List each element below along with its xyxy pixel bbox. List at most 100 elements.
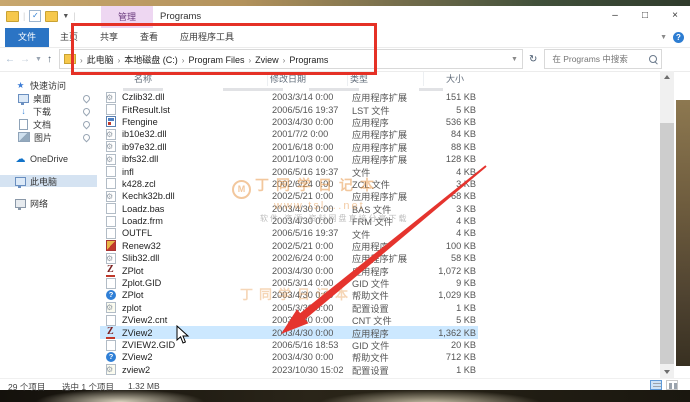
file-icon	[106, 203, 116, 215]
file-name: ZView2.cnt	[122, 315, 168, 326]
desktop-wallpaper-sliver	[676, 100, 690, 366]
scrollbar-thumb[interactable]	[660, 123, 674, 364]
details-view-button[interactable]	[650, 380, 662, 390]
forward-icon[interactable]: →	[20, 54, 30, 65]
up-icon[interactable]: ↑	[47, 54, 52, 65]
sidebar-item-label: 文档	[33, 119, 52, 130]
file-name: ibfs32.dll	[122, 154, 159, 165]
file-row[interactable]: Loadz.frm 2003/4/30 0:00 FRM 文件 4 KB	[100, 215, 478, 227]
file-row[interactable]: Czlib32.dll2003/3/14 0:00应用程序扩展151 KB	[100, 91, 478, 103]
scroll-up-icon[interactable]	[660, 71, 674, 83]
qat-customize-chevron-icon[interactable]: ▼	[62, 13, 69, 20]
selection-size: 1.32 MB	[128, 381, 160, 391]
file-name: ib97e32.dll	[122, 141, 167, 152]
sidebar-item-OneDrive[interactable]: ☁ OneDrive	[0, 153, 97, 165]
file-row[interactable]: Kechk32b.dll2002/5/21 0:00应用程序扩展68 KB	[100, 190, 478, 202]
file-row[interactable]: Ftengine 2003/4/30 0:00 应用程序 536 KB	[100, 116, 478, 128]
config-icon	[106, 364, 116, 376]
back-icon[interactable]: ←	[5, 54, 15, 65]
file-icon	[106, 277, 116, 289]
file-date: 2001/7/2 0:00	[272, 129, 329, 140]
app2-icon	[106, 240, 116, 252]
dll-icon	[106, 252, 116, 264]
address-dropdown-chevron-icon[interactable]: ▼	[511, 56, 518, 63]
file-row[interactable]: ZVIEW2.GID 2006/5/16 18:53 GID 文件 20 KB	[100, 339, 478, 351]
sidebar-item-label: 桌面	[33, 93, 52, 104]
file-name: Loadz.frm	[122, 216, 163, 227]
pin-icon	[81, 106, 92, 117]
refresh-icon[interactable]: ↻	[529, 54, 537, 65]
file-row[interactable]: ZPlot2003/4/30 0:00应用程序1,072 KB	[100, 264, 478, 278]
file-name: Loadz.bas	[122, 203, 165, 214]
dll-icon	[106, 190, 116, 202]
file-name: zplot	[122, 302, 142, 313]
close-button[interactable]: ×	[660, 6, 690, 28]
sidebar-item-label: 图片	[34, 132, 53, 143]
file-size: 4 KB	[456, 216, 476, 227]
recent-locations-chevron-icon[interactable]: ▼	[35, 56, 42, 63]
column-header-label: 大小	[445, 74, 464, 84]
scroll-down-icon[interactable]	[660, 366, 674, 378]
desktop-icon	[18, 93, 29, 105]
maximize-button[interactable]: □	[630, 6, 660, 28]
file-date: 2003/4/30 0:00	[272, 290, 334, 301]
sidebar-item-下载[interactable]: ↓ 下载	[0, 105, 97, 117]
sidebar-item-文档[interactable]: 文档	[0, 118, 97, 130]
file-row[interactable]: Renew32 2002/5/21 0:00 应用程序 100 KB	[100, 240, 478, 252]
folder-icon[interactable]	[6, 10, 19, 22]
new-folder-icon[interactable]	[45, 10, 59, 22]
file-row[interactable]: k428.zcl 2002/6/24 0:00 ZCL 文件 3 KB	[100, 178, 478, 190]
file-size: 536 KB	[445, 116, 476, 127]
dll-icon	[106, 141, 116, 153]
large-icons-view-button[interactable]	[666, 380, 678, 390]
sidebar-item-图片[interactable]: 图片	[0, 131, 97, 143]
file-row[interactable]: FitResult.lst 2006/5/16 19:37 LST 文件 5 KB	[100, 103, 478, 116]
file-row[interactable]: Loadz.bas 2003/4/30 0:00 BAS 文件 3 KB	[100, 203, 478, 215]
file-row[interactable]: zview2 2023/10/30 15:02 配置设置 1 KB	[100, 364, 478, 376]
file-size: 4 KB	[456, 228, 476, 239]
properties-check-icon[interactable]: ✓	[29, 10, 42, 22]
column-header-大小[interactable]: 大小	[424, 72, 470, 86]
file-row[interactable]: Zplot.GID 2005/3/14 0:00 GID 文件 9 KB	[100, 277, 478, 289]
file-date: 2002/5/21 0:00	[272, 191, 334, 202]
screenshot-root: | ✓ ▼ | 管理 Programs – □ × 文件 主页 共享 查看 应用程序工…	[0, 0, 690, 402]
file-size: 4 KB	[456, 166, 476, 177]
sidebar-item-桌面[interactable]: 桌面	[0, 92, 97, 105]
pictures-icon	[18, 132, 30, 142]
sidebar-item-快速访问[interactable]: ★ 快速访问	[0, 79, 97, 91]
file-tab[interactable]: 文件	[5, 28, 49, 47]
quick-access-toolbar: | ✓ ▼ |	[6, 10, 76, 22]
mouse-cursor	[176, 325, 190, 344]
sidebar-item-此电脑[interactable]: 此电脑	[0, 175, 97, 188]
file-row[interactable]: ibfs32.dll2001/10/3 0:00应用程序扩展128 KB	[100, 153, 478, 165]
file-row[interactable]: ZView22003/4/30 0:00应用程序1,362 KB	[100, 326, 478, 340]
file-row[interactable]: ib97e32.dll2001/6/18 0:00应用程序扩展88 KB	[100, 141, 478, 153]
file-row[interactable]: zplot2005/3/30 0:00配置设置1 KB	[100, 302, 478, 314]
search-box[interactable]	[544, 49, 663, 69]
file-row[interactable]: ZView2.cnt 2003/4/30 0:00 CNT 文件 5 KB	[100, 314, 478, 326]
search-input[interactable]	[550, 53, 651, 65]
file-date: 2002/6/24 0:00	[272, 253, 334, 264]
help-icon[interactable]: ?	[673, 32, 684, 43]
file-date: 2005/3/30 0:00	[272, 302, 334, 313]
file-row[interactable]: infl 2006/5/16 19:37 文件 4 KB	[100, 165, 478, 178]
sidebar-item-网络[interactable]: 网络	[0, 197, 97, 210]
file-row[interactable]: ib10e32.dll2001/7/2 0:00应用程序扩展84 KB	[100, 128, 478, 140]
scrollbar[interactable]	[660, 71, 674, 378]
file-date: 2003/3/14 0:00	[272, 92, 334, 103]
file-row[interactable]: ZView22003/4/30 0:00帮助文件712 KB	[100, 351, 478, 363]
app-icon	[106, 116, 116, 128]
file-name: ib10e32.dll	[122, 129, 167, 140]
document-icon	[19, 118, 28, 130]
column-header-label: 名称	[134, 74, 153, 84]
file-date: 2003/4/30 0:00	[272, 203, 334, 214]
file-row[interactable]: Slib32.dll2002/6/24 0:00应用程序扩展58 KB	[100, 252, 478, 264]
search-icon[interactable]	[649, 55, 658, 63]
file-row[interactable]: ZPlot2003/4/30 0:00帮助文件1,029 KB	[100, 289, 478, 301]
file-row[interactable]: OUTFL 2006/5/16 19:37 文件 4 KB	[100, 227, 478, 240]
sidebar-item-label: 下载	[33, 106, 52, 117]
expand-ribbon-chevron-icon[interactable]: ▼	[660, 34, 667, 41]
minimize-button[interactable]: –	[600, 6, 630, 28]
file-name: Kechk32b.dll	[122, 191, 175, 202]
file-size: 58 KB	[450, 253, 476, 264]
